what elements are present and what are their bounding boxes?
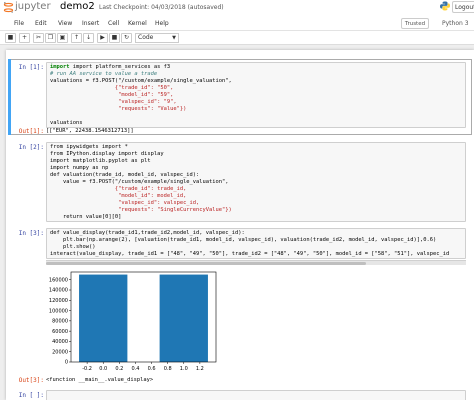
code-line: "valspec_id": valspec_id, xyxy=(50,200,200,206)
paste-icon[interactable]: ▣ xyxy=(57,33,68,43)
cell-type-select[interactable]: Code ▼ xyxy=(135,33,179,43)
selected-cell-indicator xyxy=(8,59,11,135)
code-line: import numpy as np xyxy=(50,165,109,171)
menu-kernel[interactable]: Kernel xyxy=(128,20,147,27)
y-tick-label: 100000 xyxy=(49,308,68,314)
x-tick-label: 0.2 xyxy=(115,366,123,372)
chart-bar xyxy=(79,274,128,362)
copy-icon[interactable]: ❐ xyxy=(45,33,56,43)
code-line: {"trade_id": trade_id, xyxy=(50,186,187,192)
cell-4-in-prompt: In [ ]: xyxy=(18,392,44,399)
cell-1-in-prompt: In [1]: xyxy=(18,64,44,71)
plus-icon[interactable]: + xyxy=(19,33,30,43)
x-tick-label: 1.2 xyxy=(196,366,204,372)
jupyter-logo-icon[interactable] xyxy=(3,2,14,13)
x-tick-label: 0.0 xyxy=(99,366,107,372)
x-tick-label: 0.6 xyxy=(148,366,156,372)
code-line: {"trade_id": "50", xyxy=(50,85,174,91)
menu-file[interactable]: File xyxy=(14,20,24,27)
code-line: "model_id": model_id, xyxy=(50,193,187,199)
cell-4-code-editor[interactable] xyxy=(46,390,466,400)
y-tick-label: 60000 xyxy=(52,329,68,335)
cell-3-output: <function __main__.value_display> xyxy=(46,377,154,383)
code-line: valuations xyxy=(50,120,83,126)
notebook-name[interactable]: demo2 xyxy=(60,1,95,12)
code-line: from ipywidgets import * xyxy=(50,144,128,150)
checkpoint-status: Last Checkpoint: 04/03/2018 (autosaved) xyxy=(99,4,224,11)
logout-button[interactable]: Logout xyxy=(452,1,474,13)
menu-cell[interactable]: Cell xyxy=(108,20,119,27)
code-line: interact(value_display, trade_id1 = ["48… xyxy=(50,251,450,257)
x-tick-label: -0.2 xyxy=(82,366,92,372)
cell-2-code-editor[interactable]: from ipywidgets import * from IPython.di… xyxy=(46,142,466,222)
bar-chart-output: -0.2 0.0 0.2 0.4 0.6 0.8 1.0 1.2 0 20000 40000 6000… xyxy=(47,268,222,384)
x-tick-label: 1.0 xyxy=(180,366,188,372)
cell-3-in-prompt: In [3]: xyxy=(18,230,44,237)
menu-view[interactable]: View xyxy=(58,20,72,27)
trusted-badge[interactable]: Trusted xyxy=(401,18,429,29)
cell-1-output: [["EUR", 22438.1546312713]] xyxy=(46,128,134,134)
code-line: import import platform_services as f3 xyxy=(50,64,171,70)
code-line: "model_id": "59", xyxy=(50,92,174,98)
code-line: plt.bar(np.arange(2), [valuation(trade_i… xyxy=(50,237,437,243)
code-line: import matplotlib.pyplot as plt xyxy=(50,158,151,164)
menu-edit[interactable]: Edit xyxy=(35,20,47,27)
y-tick-label: 120000 xyxy=(49,298,68,304)
cell-3-code-editor[interactable]: def value_display(trade_id1,trade_id2,mo… xyxy=(46,228,466,259)
code-line: plt.show() xyxy=(50,244,96,250)
menu-help[interactable]: Help xyxy=(155,20,169,27)
menu-insert[interactable]: Insert xyxy=(82,20,99,27)
code-line: from IPython.display import display xyxy=(50,151,164,157)
restart-icon[interactable]: ↻ xyxy=(121,33,132,43)
save-icon[interactable]: ■ xyxy=(5,33,16,43)
arrow-up-icon[interactable]: ↑ xyxy=(71,33,82,43)
bar-chart: -0.2 0.0 0.2 0.4 0.6 0.8 1.0 1.2 0 20000 40000 6000… xyxy=(49,271,217,372)
arrow-down-icon[interactable]: ↓ xyxy=(83,33,94,43)
y-tick-label: 40000 xyxy=(52,339,68,345)
y-tick-label: 0 xyxy=(65,360,68,366)
code-line: def value_display(trade_id1,trade_id2,mo… xyxy=(50,230,245,236)
header-bar: jupyter demo2 Last Checkpoint: 04/03/201… xyxy=(0,0,474,17)
cell-3-out-prompt: Out[3]: xyxy=(18,377,44,384)
chart-bar xyxy=(159,274,208,362)
y-tick-label: 160000 xyxy=(49,277,68,283)
toolbar: ■ + ✂ ❐ ▣ ↑ ↓ ▶ ■ ↻ Code ▼ xyxy=(0,31,474,45)
code-line: def valuation(trade_id, model_id, valspe… xyxy=(50,172,200,178)
code-line: "valspec_id": "9", xyxy=(50,99,177,105)
kernel-indicator: Python 3 xyxy=(442,20,469,27)
y-tick-label: 20000 xyxy=(52,349,68,355)
code-line: "requests": "Value"}) xyxy=(50,106,187,112)
y-tick-label: 140000 xyxy=(49,288,68,294)
cell-2-in-prompt: In [2]: xyxy=(18,144,44,151)
y-tick-label: 80000 xyxy=(52,319,68,325)
code-line: "requests": "SingleCurrencyValue"}) xyxy=(50,207,232,213)
stop-icon[interactable]: ■ xyxy=(109,33,120,43)
x-tick-label: 0.8 xyxy=(164,366,172,372)
code-line: # run AA service to value a trade xyxy=(50,71,158,77)
cell-1-code-editor[interactable]: import import platform_services as f3 # … xyxy=(46,62,466,128)
chevron-down-icon: ▼ xyxy=(172,35,176,41)
cut-icon[interactable]: ✂ xyxy=(33,33,44,43)
python-logo-icon xyxy=(440,1,450,11)
cell-1-out-prompt: Out[1]: xyxy=(18,128,44,135)
jupyter-logo-text[interactable]: jupyter xyxy=(15,1,51,12)
code-line: value = f3.POST("/custom/example/single_… xyxy=(50,179,229,185)
code-line: valuations = f3.POST("/custom/example/si… xyxy=(50,78,232,84)
scrollbar-thumb[interactable] xyxy=(46,262,366,265)
x-tick-label: 0.4 xyxy=(131,366,139,372)
run-icon[interactable]: ▶ xyxy=(97,33,108,43)
output-scrollbar[interactable] xyxy=(46,260,466,265)
code-line: return value[0][0] xyxy=(50,214,122,220)
cell-type-value: Code xyxy=(138,34,154,41)
